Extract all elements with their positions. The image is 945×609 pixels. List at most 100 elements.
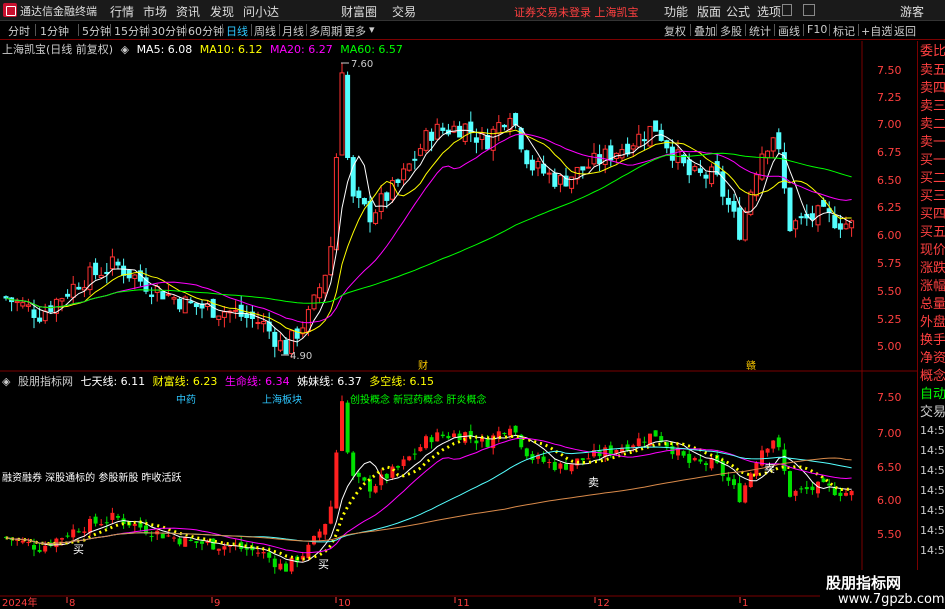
side-time: 14:56 [920, 444, 945, 457]
candle [832, 214, 838, 229]
concept-tags[interactable]: 创投概念 新冠药概念 肝炎概念 [350, 391, 486, 406]
candle [529, 159, 535, 171]
sub-candle [429, 437, 434, 443]
sub-candle [373, 486, 378, 493]
high-price-label: 7.60 [351, 59, 373, 70]
sub-candle [71, 529, 76, 538]
candle [580, 166, 586, 171]
candle [591, 152, 597, 165]
side-change-pct: 涨幅 [920, 279, 945, 294]
event-finance-marker[interactable]: 财 [418, 359, 428, 372]
sub-candle [26, 541, 31, 543]
sub-y-tick-7.50: 7.50 [877, 391, 902, 404]
sub-candle [564, 463, 568, 470]
sub-candle [362, 477, 367, 481]
candle [160, 291, 166, 300]
sub-candle [603, 447, 608, 457]
candle [630, 145, 636, 150]
candle [401, 168, 407, 181]
candle [272, 331, 278, 347]
candle [171, 297, 177, 300]
side-net-assets: 净资 [920, 351, 945, 366]
candle [703, 174, 709, 179]
sub-candle [32, 545, 36, 550]
candle [440, 127, 446, 131]
candle [14, 300, 20, 304]
candle [709, 166, 715, 185]
sub-chart-legend: ◈ 股朋指标网 七天线: 6.11 财富线: 6.23 生命线: 6.34 姊妹… [2, 373, 438, 389]
concept-tag-shanghai[interactable]: 上海板块 [262, 391, 302, 406]
side-time: 14:56 [920, 544, 945, 557]
candle [177, 298, 183, 310]
sub-candle [799, 488, 804, 490]
candle [339, 72, 345, 156]
date-label-11: 11 [457, 598, 470, 609]
sub-candle [597, 450, 602, 457]
side-weibi: 委比 [920, 44, 945, 59]
candle [429, 131, 435, 141]
candle [770, 137, 776, 152]
date-label-10: 10 [338, 598, 351, 609]
sub-candle [211, 538, 216, 550]
side-time: 14:56 [920, 424, 945, 437]
sub-candle [653, 430, 658, 437]
side-turnover: 换手 [920, 333, 945, 348]
sub-candle [267, 552, 272, 558]
side-auto[interactable]: 自动 [920, 387, 945, 403]
legend-shengming: 生命线: 6.34 [224, 375, 290, 388]
candle [373, 212, 379, 224]
sub-candle [340, 401, 344, 451]
sub-candle [810, 486, 815, 491]
sub-candle [177, 538, 182, 545]
sub-candle [216, 548, 221, 551]
candle [328, 246, 334, 276]
sub-candle [821, 478, 826, 483]
sub-candle [440, 434, 445, 437]
sub-candle [513, 425, 518, 433]
candle [501, 124, 507, 128]
kline-chart[interactable]: 7.50 7.25 7.00 6.75 6.50 6.25 6.00 5.75 … [0, 0, 945, 609]
candle [367, 200, 373, 223]
settings-icon[interactable]: ◈ [2, 375, 10, 388]
side-outer: 外盘 [920, 315, 945, 330]
candle [70, 283, 76, 298]
sub-candle [636, 438, 641, 447]
candle [244, 313, 250, 319]
y-tick-5.00: 5.00 [877, 340, 902, 353]
sub-candle [407, 456, 412, 461]
candle [742, 211, 748, 241]
candle [3, 296, 9, 299]
sub-candle [172, 537, 176, 539]
sub-candle [508, 428, 512, 436]
sub-candle [765, 448, 770, 453]
sub-candle [149, 535, 154, 537]
sub-candle [166, 535, 171, 537]
sub-candle [194, 541, 199, 543]
candle [48, 305, 54, 312]
concept-tag-chinese-medicine[interactable]: 中药 [176, 391, 196, 406]
candle [423, 130, 429, 151]
sub-candle [485, 439, 490, 448]
sub-candle [401, 459, 406, 467]
side-buy3: 买三 [920, 189, 945, 204]
event-marker[interactable]: 赣 [746, 359, 756, 372]
sub-candle [110, 512, 115, 520]
sub-candle [60, 538, 64, 540]
candle [31, 309, 37, 318]
y-tick-7.25: 7.25 [877, 91, 902, 104]
side-buy4: 买四 [920, 207, 945, 222]
candle [412, 158, 418, 161]
sub-candle [642, 441, 647, 443]
candle [333, 157, 339, 251]
sell-signal: 卖 [588, 476, 599, 489]
date-label-9: 9 [214, 598, 220, 609]
side-sell5: 卖五 [920, 63, 945, 78]
candle [541, 163, 547, 174]
side-trade[interactable]: 交易 [920, 405, 945, 421]
date-label-1: 1 [742, 598, 748, 609]
side-buy2: 买二 [920, 171, 945, 186]
candle [664, 140, 670, 149]
sub-candle [116, 516, 120, 518]
side-time: 14:56 [920, 464, 945, 477]
side-sell2: 卖二 [920, 117, 945, 132]
